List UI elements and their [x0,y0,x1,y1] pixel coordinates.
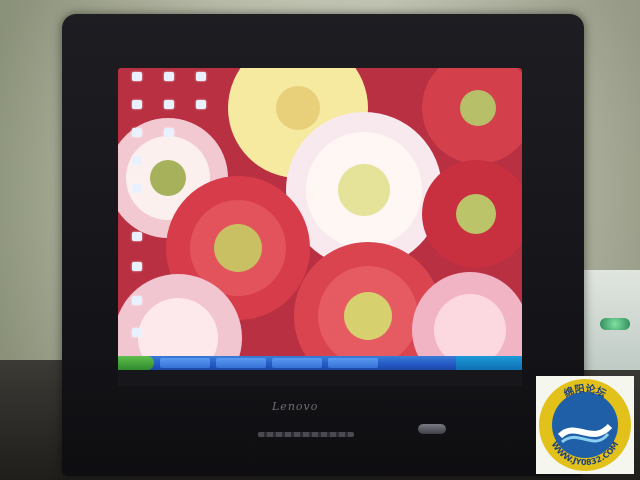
desktop-icon[interactable] [132,100,142,109]
screen-bottom-bezel [118,370,522,386]
start-button-icon[interactable] [118,356,154,370]
forum-watermark-logo: 绵阳论坛 WWW.JY0832.COM [536,376,634,474]
taskbar-item[interactable] [272,358,322,368]
monitor-screen [118,68,522,386]
desktop-icon[interactable] [132,328,142,337]
device-led-icon [600,318,630,330]
taskbar-item[interactable] [160,358,210,368]
desktop-icon[interactable] [164,128,174,137]
desktop-icon[interactable] [132,262,142,271]
desktop-icon[interactable] [196,100,206,109]
taskbar [118,356,522,370]
desktop-icon[interactable] [132,232,142,241]
desktop-icon[interactable] [132,184,142,193]
desktop-icon[interactable] [164,100,174,109]
flower-wallpaper [118,68,522,366]
desktop-icon[interactable] [164,72,174,81]
taskbar-item[interactable] [328,358,378,368]
desktop-icon[interactable] [132,72,142,81]
monitor-grill [258,432,354,437]
monitor-brand: Lenovo [272,400,319,413]
desktop-icon[interactable] [132,296,142,305]
monitor-power-button[interactable] [418,424,446,434]
desktop-icon[interactable] [132,156,142,165]
taskbar-item[interactable] [216,358,266,368]
desktop-icon[interactable] [196,72,206,81]
desktop-icon[interactable] [132,128,142,137]
system-tray[interactable] [456,356,522,370]
